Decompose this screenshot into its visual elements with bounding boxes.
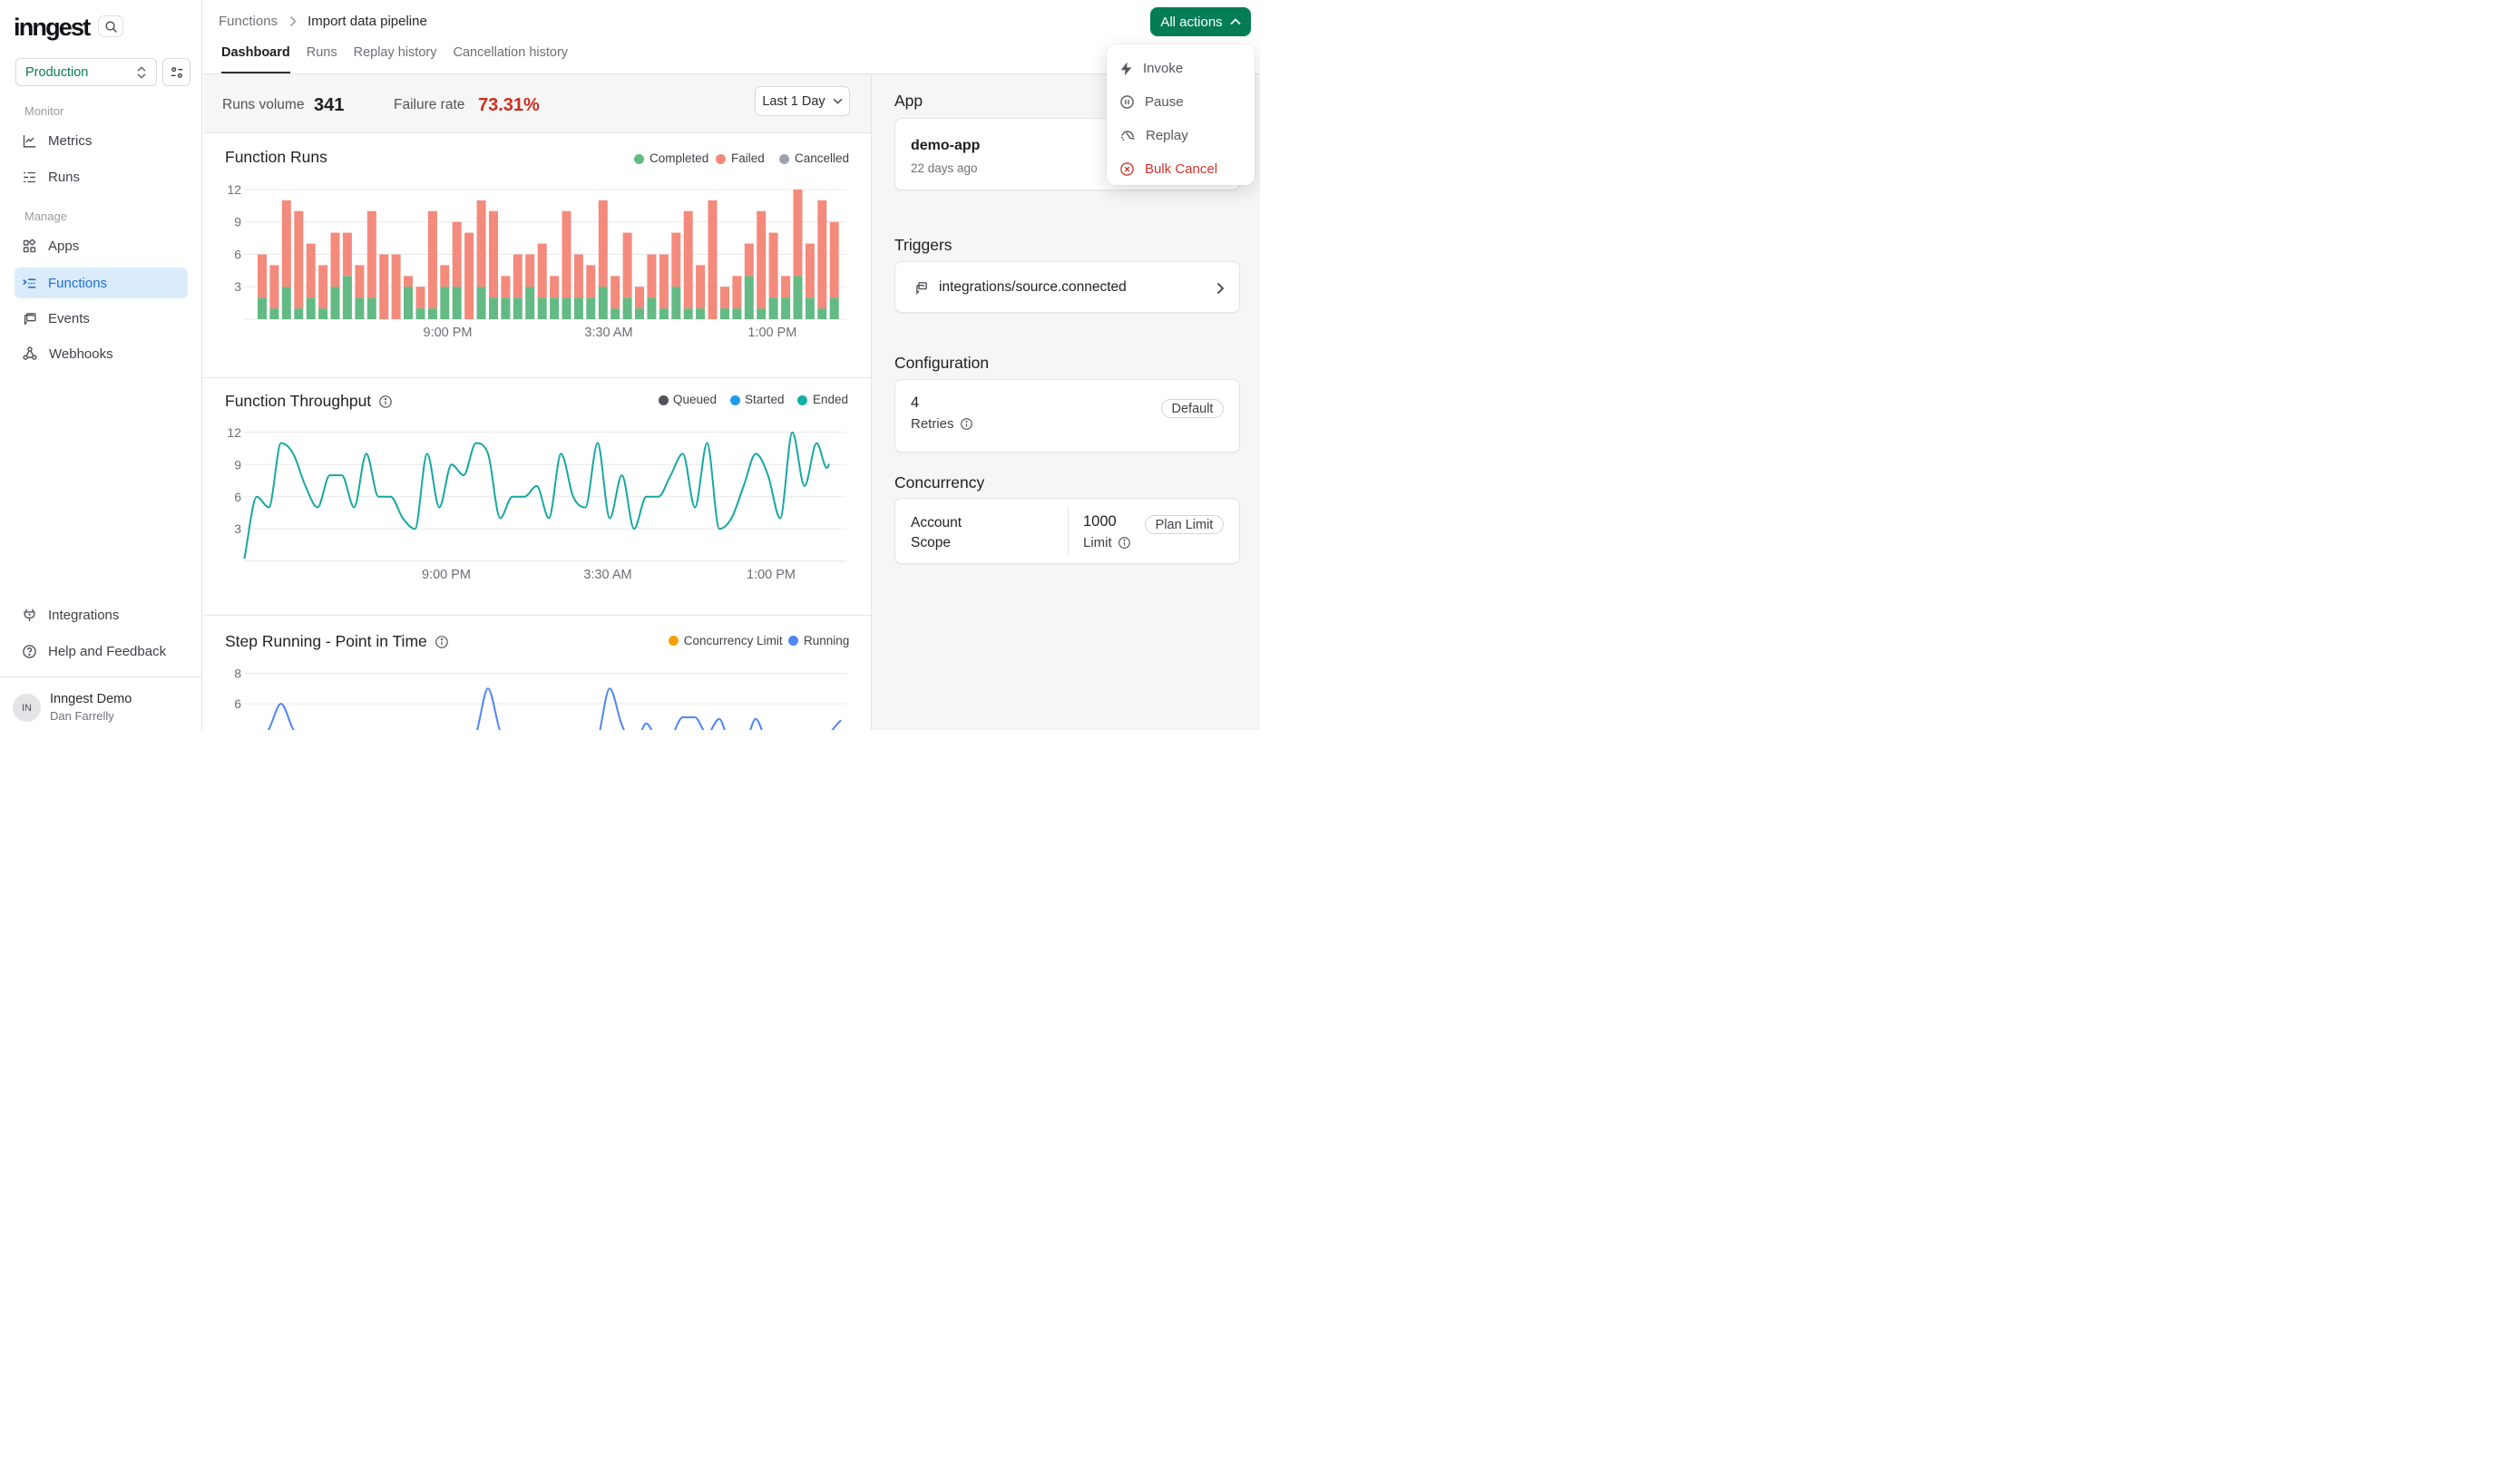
- svg-text:6: 6: [234, 248, 241, 262]
- svg-text:1:00 PM: 1:00 PM: [747, 326, 796, 340]
- svg-text:1:00 PM: 1:00 PM: [747, 568, 796, 582]
- svg-text:6: 6: [234, 490, 241, 504]
- svg-text:9: 9: [234, 457, 241, 472]
- svg-text:3:30 AM: 3:30 AM: [584, 326, 632, 340]
- svg-text:6: 6: [234, 696, 241, 711]
- svg-text:12: 12: [227, 425, 241, 440]
- svg-text:8: 8: [234, 667, 241, 681]
- svg-text:3: 3: [234, 521, 241, 536]
- svg-text:9:00 PM: 9:00 PM: [422, 568, 471, 582]
- svg-text:3: 3: [234, 279, 241, 294]
- svg-text:9: 9: [234, 215, 241, 229]
- svg-text:9:00 PM: 9:00 PM: [424, 326, 473, 340]
- svg-text:12: 12: [227, 182, 241, 197]
- svg-text:3:30 AM: 3:30 AM: [583, 568, 631, 582]
